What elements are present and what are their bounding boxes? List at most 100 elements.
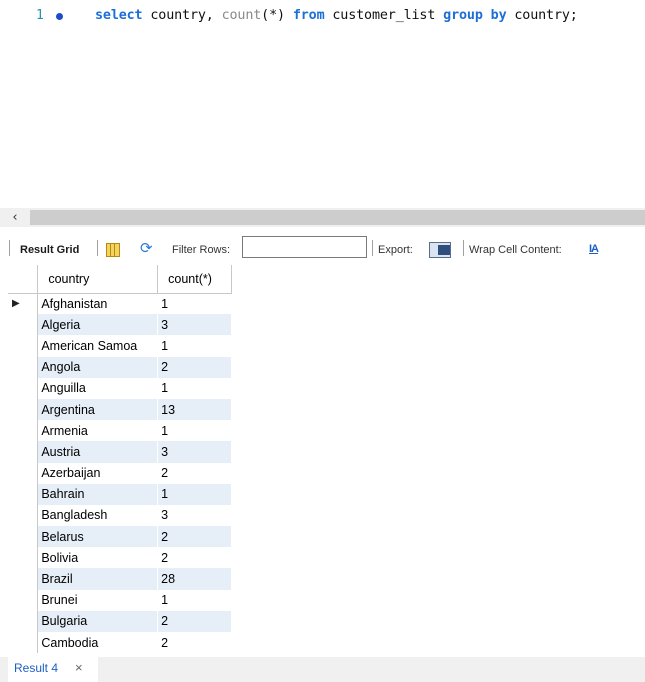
table-row[interactable]: Azerbaijan 2 [8, 462, 232, 484]
row-selector[interactable] [8, 398, 39, 421]
cell-count[interactable]: 2 [157, 610, 232, 632]
cell-country[interactable]: Armenia [37, 420, 159, 442]
sql-token-plain: (*) [261, 8, 293, 23]
cell-count[interactable]: 3 [157, 441, 232, 463]
row-selector[interactable] [8, 547, 39, 569]
row-selector[interactable] [8, 526, 39, 548]
sql-editor[interactable]: 1 select country, count(*) from customer… [0, 0, 645, 208]
row-selector[interactable]: ▶ [8, 293, 39, 315]
export-icon[interactable] [429, 242, 451, 258]
row-selector[interactable] [8, 377, 39, 399]
result-tab-bar: Result 4 × [0, 657, 645, 682]
row-selector[interactable] [8, 568, 39, 590]
scrollbar-thumb[interactable] [30, 210, 645, 225]
sql-statement[interactable]: select country, count(*) from customer_l… [95, 8, 578, 23]
cell-country[interactable]: Bahrain [37, 483, 159, 505]
sql-token-plain: customer_list [324, 8, 444, 23]
code-line-1[interactable]: 1 select country, count(*) from customer… [0, 6, 645, 26]
row-selector[interactable] [8, 483, 39, 505]
sql-token-kw: select [95, 8, 143, 23]
cell-count[interactable]: 2 [157, 526, 232, 548]
table-row[interactable]: Bangladesh 3 [8, 504, 232, 527]
export-label: Export: [378, 244, 413, 256]
table-row[interactable]: Cambodia 2 [8, 632, 232, 654]
row-selector[interactable] [8, 589, 39, 611]
row-selector[interactable] [8, 610, 39, 632]
cell-count[interactable]: 1 [157, 589, 232, 611]
toolbar-separator [9, 240, 10, 256]
row-selector[interactable] [8, 356, 39, 378]
result-grid-button[interactable]: Result Grid [20, 244, 79, 256]
table-row[interactable]: Angola 2 [8, 356, 232, 378]
toolbar-separator [97, 240, 98, 256]
table-row[interactable]: Bulgaria 2 [8, 610, 232, 632]
close-tab-icon[interactable]: × [75, 660, 83, 675]
cell-country[interactable]: Bulgaria [37, 610, 159, 632]
wrap-cell-icon[interactable]: IA [589, 243, 599, 255]
cell-country[interactable]: Brunei [37, 589, 159, 611]
row-selector-header[interactable] [8, 265, 39, 294]
table-row[interactable]: Belarus 2 [8, 526, 232, 548]
cell-count[interactable]: 2 [157, 356, 232, 378]
cell-country[interactable]: Afghanistan [37, 293, 159, 315]
result-toolbar: Result Grid ⟳ Filter Rows: Export: Wrap … [0, 231, 645, 263]
cell-country[interactable]: Bolivia [37, 547, 159, 569]
table-row[interactable]: Brazil 28 [8, 568, 232, 590]
cell-country[interactable]: American Samoa [37, 335, 159, 357]
table-row[interactable]: ▶ Afghanistan 1 [8, 293, 232, 315]
table-row[interactable]: Armenia 1 [8, 420, 232, 442]
cell-count[interactable]: 2 [157, 462, 232, 484]
cell-count[interactable]: 28 [157, 568, 232, 590]
table-row[interactable]: Algeria 3 [8, 314, 232, 336]
table-row[interactable]: Bolivia 2 [8, 547, 232, 569]
refresh-icon[interactable]: ⟳ [140, 240, 153, 258]
row-selector[interactable] [8, 462, 39, 484]
sql-token-kw: group [443, 8, 483, 23]
filter-rows-input[interactable] [242, 236, 367, 258]
table-row[interactable]: Argentina 13 [8, 398, 232, 421]
cell-country[interactable]: Bangladesh [37, 504, 159, 527]
cell-count[interactable]: 1 [157, 483, 232, 505]
row-selector[interactable] [8, 441, 39, 463]
table-row[interactable]: Brunei 1 [8, 589, 232, 611]
cell-count[interactable]: 2 [157, 547, 232, 569]
header-row: country count(*) [8, 265, 232, 294]
cell-country[interactable]: Austria [37, 441, 159, 463]
row-selector[interactable] [8, 504, 39, 527]
cell-count[interactable]: 1 [157, 420, 232, 442]
cell-count[interactable]: 3 [157, 504, 232, 527]
cell-country[interactable]: Argentina [37, 398, 159, 421]
result-grid[interactable]: country count(*) ▶ Afghanistan 1 Algeria 3 Am… [8, 265, 232, 657]
column-header-country[interactable]: country [37, 265, 159, 294]
cell-country[interactable]: Angola [37, 356, 159, 378]
row-selector[interactable] [8, 632, 39, 654]
sql-token-fn: count [221, 8, 262, 23]
table-row[interactable]: Anguilla 1 [8, 377, 232, 399]
editor-horizontal-scrollbar[interactable]: ‹ [0, 208, 645, 227]
row-selector[interactable] [8, 314, 39, 336]
table-row[interactable]: American Samoa 1 [8, 335, 232, 357]
scroll-left-arrow-icon[interactable]: ‹ [0, 208, 30, 227]
wrap-cell-content-label: Wrap Cell Content: [469, 244, 562, 256]
cell-country[interactable]: Algeria [37, 314, 159, 336]
result-tab[interactable]: Result 4 × [8, 657, 98, 682]
column-header-count[interactable]: count(*) [157, 265, 232, 294]
table-row[interactable]: Austria 3 [8, 441, 232, 463]
cell-country[interactable]: Cambodia [37, 632, 159, 654]
cell-count[interactable]: 13 [157, 398, 232, 421]
cell-count[interactable]: 3 [157, 314, 232, 336]
result-table: country count(*) ▶ Afghanistan 1 Algeria 3 Am… [8, 265, 232, 654]
cell-country[interactable]: Anguilla [37, 377, 159, 399]
cell-country[interactable]: Azerbaijan [37, 462, 159, 484]
cell-country[interactable]: Belarus [37, 526, 159, 548]
row-selector[interactable] [8, 335, 39, 357]
cell-count[interactable]: 1 [157, 335, 232, 357]
cell-count[interactable]: 1 [157, 293, 232, 315]
cell-count[interactable]: 1 [157, 377, 232, 399]
table-row[interactable]: Bahrain 1 [8, 483, 232, 505]
grid-layout-icon[interactable] [106, 243, 120, 257]
cell-country[interactable]: Brazil [37, 568, 159, 590]
row-selector[interactable] [8, 420, 39, 442]
cell-count[interactable]: 2 [157, 632, 232, 654]
result-tab-label: Result 4 [14, 661, 59, 675]
